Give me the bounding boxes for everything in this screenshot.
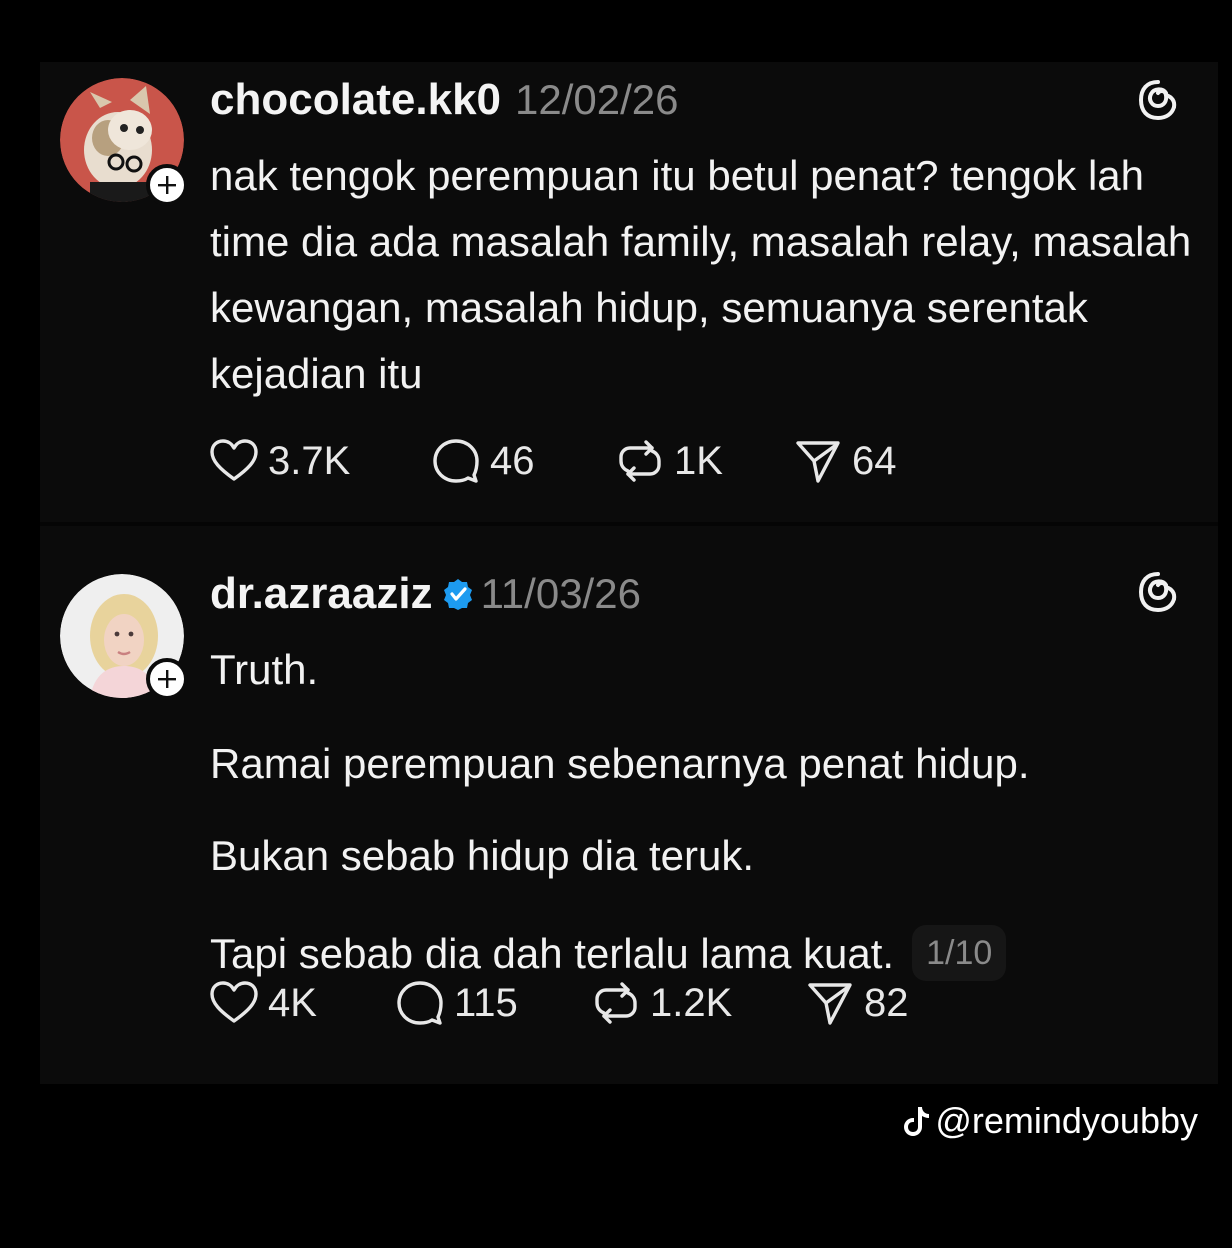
post-date: 12/02/26 (515, 76, 679, 123)
reply-count: 115 (454, 980, 518, 1025)
post-actions: 4K 115 1.2K 82 (208, 978, 909, 1028)
post-card[interactable]: dr.azraaziz 11/03/26 Truth. Ramai peremp… (40, 526, 1218, 1084)
post-paragraph: Ramai perempuan sebenarnya penat hidup. (210, 740, 1030, 787)
watermark-handle: @remindyoubby (935, 1100, 1198, 1141)
send-icon (808, 983, 852, 1025)
repost-button[interactable]: 1K (614, 435, 792, 487)
send-icon (796, 441, 840, 483)
post-header: dr.azraaziz 11/03/26 (210, 568, 641, 620)
comment-icon (397, 981, 443, 1025)
follow-button[interactable] (146, 658, 188, 700)
repost-count: 1K (674, 438, 723, 483)
post-paragraph: Bukan sebab hidup dia teruk. (210, 832, 755, 879)
post-body: nak tengok perempuan itu betul penat? te… (210, 152, 1192, 397)
post-card[interactable]: chocolate.kk0 12/02/26 nak tengok peremp… (40, 62, 1218, 522)
share-button[interactable]: 82 (804, 977, 909, 1029)
reply-button[interactable]: 115 (394, 977, 590, 1029)
threads-logo-icon (1136, 78, 1180, 122)
post-date: 11/03/26 (480, 570, 641, 617)
verified-badge-icon (441, 577, 475, 611)
plus-icon (158, 176, 176, 194)
post-paragraph: Truth. (210, 646, 319, 693)
plus-icon (158, 670, 176, 688)
repost-button[interactable]: 1.2K (590, 977, 804, 1029)
tiktok-icon (904, 1107, 930, 1136)
heart-icon (210, 439, 258, 481)
post-actions: 3.7K 46 1K 64 (208, 436, 897, 486)
post-paragraph: Tapi sebab dia dah terlalu lama kuat. (210, 930, 895, 977)
reply-count: 46 (490, 438, 535, 483)
repost-count: 1.2K (650, 980, 733, 1025)
like-button[interactable]: 4K (208, 977, 394, 1029)
heart-icon (210, 981, 258, 1023)
repost-icon (619, 440, 661, 482)
username-link[interactable]: dr.azraaziz (210, 569, 433, 619)
like-count: 3.7K (268, 438, 351, 483)
share-button[interactable]: 64 (792, 435, 897, 487)
username-link[interactable]: chocolate.kk0 (210, 75, 501, 125)
comment-icon (433, 439, 479, 483)
like-count: 4K (268, 980, 317, 1025)
post-header: chocolate.kk0 12/02/26 (210, 74, 679, 126)
thread-page-counter: 1/10 (912, 924, 1007, 981)
threads-logo-icon (1136, 570, 1180, 614)
like-button[interactable]: 3.7K (208, 435, 430, 487)
follow-button[interactable] (146, 164, 188, 206)
share-count: 82 (864, 980, 909, 1025)
repost-icon (595, 982, 637, 1024)
share-count: 64 (852, 438, 897, 483)
reply-button[interactable]: 46 (430, 435, 614, 487)
watermark: @remindyoubby (901, 1098, 1198, 1144)
